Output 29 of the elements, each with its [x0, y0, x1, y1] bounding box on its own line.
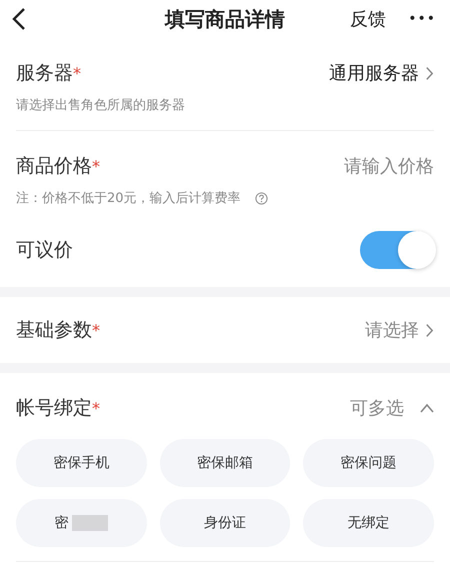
note-text: 注：价格不低于20元，输入后计算费率 — [16, 190, 241, 207]
feedback-button[interactable]: 反馈 — [350, 7, 386, 31]
option-chip[interactable]: 密 — [16, 499, 147, 547]
option-chip[interactable]: 密保手机 — [16, 439, 147, 487]
hint-text: 请选择出售角色所属的服务器 — [16, 97, 185, 114]
help-icon[interactable] — [254, 192, 268, 204]
required-mark: * — [92, 156, 100, 176]
params-selector[interactable]: 请选择 — [365, 318, 434, 342]
price-input[interactable]: 请输入价格 — [284, 156, 434, 176]
more-button[interactable]: ••• — [408, 11, 436, 27]
negotiable-toggle[interactable] — [360, 231, 434, 269]
chevron-icon — [425, 66, 434, 80]
binding-dropdown[interactable]: 可多选 — [350, 396, 434, 420]
field-label: 服务器 — [16, 61, 73, 86]
chevron-icon — [420, 402, 434, 414]
option-chip[interactable]: 密保邮箱 — [160, 439, 290, 487]
required-mark: * — [92, 320, 100, 340]
field-label: 帐号绑定 — [16, 396, 92, 421]
chevron-icon — [425, 322, 434, 338]
required-mark: * — [73, 64, 81, 82]
field-label: 商品价格 — [16, 154, 92, 179]
option-chip[interactable]: 无绑定 — [303, 499, 434, 547]
option-chip[interactable]: 密保问题 — [303, 439, 434, 487]
server-selector[interactable]: 通用服务器 — [329, 61, 434, 85]
required-mark: * — [92, 398, 100, 418]
page-title: 填写商品详情 — [165, 6, 285, 30]
field-label: 可议价 — [16, 238, 73, 263]
option-chip[interactable]: 身份证 — [160, 499, 290, 547]
field-label: 基础参数 — [16, 318, 92, 343]
